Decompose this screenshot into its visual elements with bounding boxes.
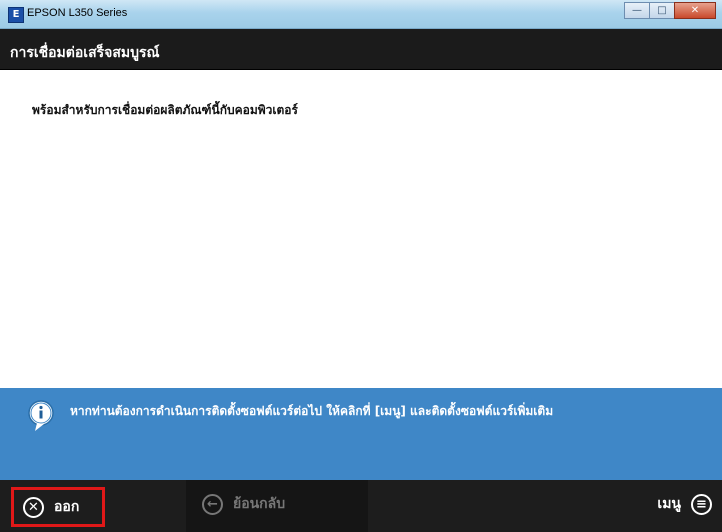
menu-label: เมนู (657, 496, 681, 512)
epson-app-icon: E (8, 7, 24, 23)
menu-circle-icon: ≡ (691, 493, 712, 515)
footer-bar: ✕ ออก ← ย้อนกลับ เมนู ≡ (0, 480, 722, 532)
back-label: ย้อนกลับ (233, 496, 286, 512)
back-arrow-circle-icon: ← (202, 493, 223, 515)
window-titlebar[interactable]: E EPSON L350 Series — □ ✕ (0, 0, 722, 29)
window-title: EPSON L350 Series (27, 7, 128, 19)
info-text: หากท่านต้องการดำเนินการติดตั้งซอฟต์แวร์ต… (70, 404, 554, 418)
exit-label: ออก (54, 499, 80, 515)
exit-button[interactable]: ✕ ออก (11, 487, 105, 527)
main-content: พร้อมสำหรับการเชื่อมต่อผลิตภัณฑ์นี้กับคอ… (0, 70, 722, 388)
close-window-button[interactable]: ✕ (674, 2, 716, 19)
window-controls: — □ ✕ (624, 2, 716, 19)
back-button[interactable]: ← ย้อนกลับ (202, 493, 285, 515)
minimize-button[interactable]: — (624, 2, 650, 19)
page-title: การเชื่อมต่อเสร็จสมบูรณ์ (10, 45, 160, 61)
info-speech-bubble-icon (28, 400, 54, 431)
maximize-button[interactable]: □ (649, 2, 675, 19)
menu-button[interactable]: เมนู ≡ (657, 493, 712, 515)
page-header: การเชื่อมต่อเสร็จสมบูรณ์ (0, 29, 722, 70)
status-message: พร้อมสำหรับการเชื่อมต่อผลิตภัณฑ์นี้กับคอ… (32, 103, 298, 117)
close-circle-icon: ✕ (23, 496, 44, 518)
info-bar: หากท่านต้องการดำเนินการติดตั้งซอฟต์แวร์ต… (0, 388, 722, 480)
